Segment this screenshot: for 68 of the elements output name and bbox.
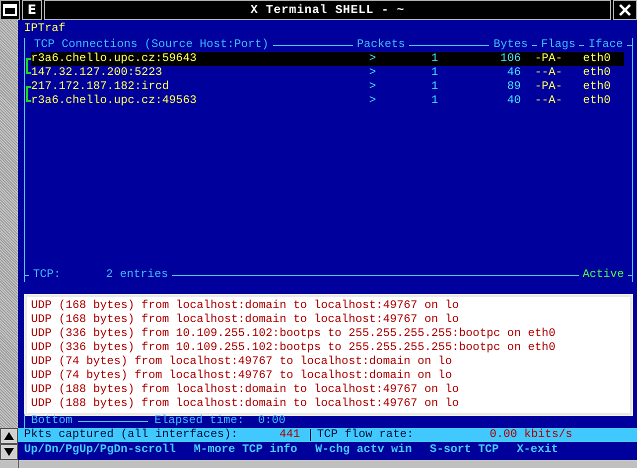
bytes-cell-text: 40 xyxy=(506,94,521,108)
elapsed-label: Elapsed time: xyxy=(154,414,244,428)
flags-cell-text: -PA- xyxy=(534,52,564,66)
key-hint: M-more TCP info xyxy=(194,443,298,457)
host-cell-text: r3a6.chello.upc.cz:49563 xyxy=(31,94,198,108)
captured-count: 441 xyxy=(278,428,300,442)
elapsed-time: 0:00 xyxy=(258,414,286,428)
status-label: Active xyxy=(582,268,625,282)
log-line: UDP (188 bytes) from localhost:domain to localhost:49767 on lo xyxy=(31,383,460,397)
bytes-cell-text: 106 xyxy=(499,52,521,66)
captured-label: Pkts captured (all interfaces): xyxy=(24,428,238,442)
packets-cell-text: 1 xyxy=(430,66,438,80)
direction-cell: > xyxy=(369,66,376,80)
scrollbar[interactable] xyxy=(0,20,18,460)
connection-row[interactable]: r3a6.chello.upc.cz:49563 > 1 40 --A- eth0 xyxy=(31,94,624,108)
packets-cell-text: 1 xyxy=(430,80,438,94)
connection-row[interactable]: r3a6.chello.upc.cz:59643 > 1 106 -PA- eth0 xyxy=(31,52,624,66)
column-header: Iface xyxy=(587,38,624,52)
host-cell-text: 147.32.127.200:5223 xyxy=(31,66,164,80)
direction-cell: > xyxy=(369,52,376,66)
key-hint: W-chg actv win xyxy=(315,443,412,457)
column-header: Bytes xyxy=(492,38,529,52)
iface-cell-text: eth0 xyxy=(582,66,612,80)
log-line: UDP (188 bytes) from localhost:domain to localhost:49767 on lo xyxy=(31,397,460,411)
column-header: Flags xyxy=(540,38,576,52)
log-line: UDP (168 bytes) from localhost:domain to localhost:49767 on lo xyxy=(31,299,460,313)
flow-rate-label: TCP flow rate: xyxy=(317,428,414,442)
key-hint: S-sort TCP xyxy=(430,443,499,457)
flags-cell-text: -PA- xyxy=(534,80,564,94)
flags-cell-text: --A- xyxy=(534,94,564,108)
host-cell-text: 217.172.187.182:ircd xyxy=(31,80,170,94)
log-line: UDP (74 bytes) from localhost:49767 to localhost:domain on lo xyxy=(31,369,453,383)
log-line: UDP (336 bytes) from 10.109.255.102:bootps to 255.255.255.255:bootpc on eth0 xyxy=(31,327,556,341)
app-title: IPTraf xyxy=(24,22,66,36)
packets-cell-text: 1 xyxy=(430,94,438,108)
window-icon xyxy=(3,4,17,16)
connection-row[interactable]: 147.32.127.200:5223 > 1 46 --A- eth0 xyxy=(31,66,624,80)
connection-row[interactable]: 217.172.187.182:ircd > 1 89 -PA- eth0 xyxy=(31,80,624,94)
close-icon xyxy=(618,3,632,17)
panel-label: TCP: xyxy=(32,268,62,282)
scroll-up-button[interactable] xyxy=(0,428,18,444)
flow-rate: 0.00 kbits/s xyxy=(490,428,572,442)
window-menu-button[interactable] xyxy=(0,0,20,20)
host-cell-text: r3a6.chello.upc.cz:59643 xyxy=(31,52,198,66)
column-header: TCP Connections (Source Host:Port) xyxy=(33,38,270,52)
bytes-cell-text: 46 xyxy=(506,66,521,80)
bytes-cell-text: 89 xyxy=(506,80,521,94)
scroll-position: Bottom xyxy=(31,414,72,428)
iface-cell-text: eth0 xyxy=(582,80,612,94)
down-arrow-icon xyxy=(3,447,15,457)
entry-count: 2 entries xyxy=(105,268,170,282)
direction-cell: > xyxy=(369,94,376,108)
direction-cell: > xyxy=(369,80,376,94)
column-header: Packets xyxy=(356,38,406,52)
window-title: X Terminal SHELL - ~ xyxy=(44,0,611,20)
log-line: UDP (74 bytes) from localhost:49767 to localhost:domain on lo xyxy=(31,355,453,369)
iface-cell-text: eth0 xyxy=(582,52,612,66)
key-hint: Up/Dn/PgUp/PgDn-scroll xyxy=(24,443,176,457)
iface-cell-text: eth0 xyxy=(582,94,612,108)
scroll-down-button[interactable] xyxy=(0,444,18,460)
key-hint: X-exit xyxy=(516,443,558,457)
log-line: UDP (168 bytes) from localhost:domain to localhost:49767 on lo xyxy=(31,313,460,327)
flags-cell-text: --A- xyxy=(534,66,564,80)
close-button[interactable] xyxy=(613,0,637,20)
packets-cell-text: 1 xyxy=(430,52,438,66)
log-line: UDP (336 bytes) from 10.109.255.102:bootps to 255.255.255.255:bootpc on eth0 xyxy=(31,341,556,355)
menu-button[interactable]: E xyxy=(22,0,42,20)
up-arrow-icon xyxy=(3,431,15,441)
